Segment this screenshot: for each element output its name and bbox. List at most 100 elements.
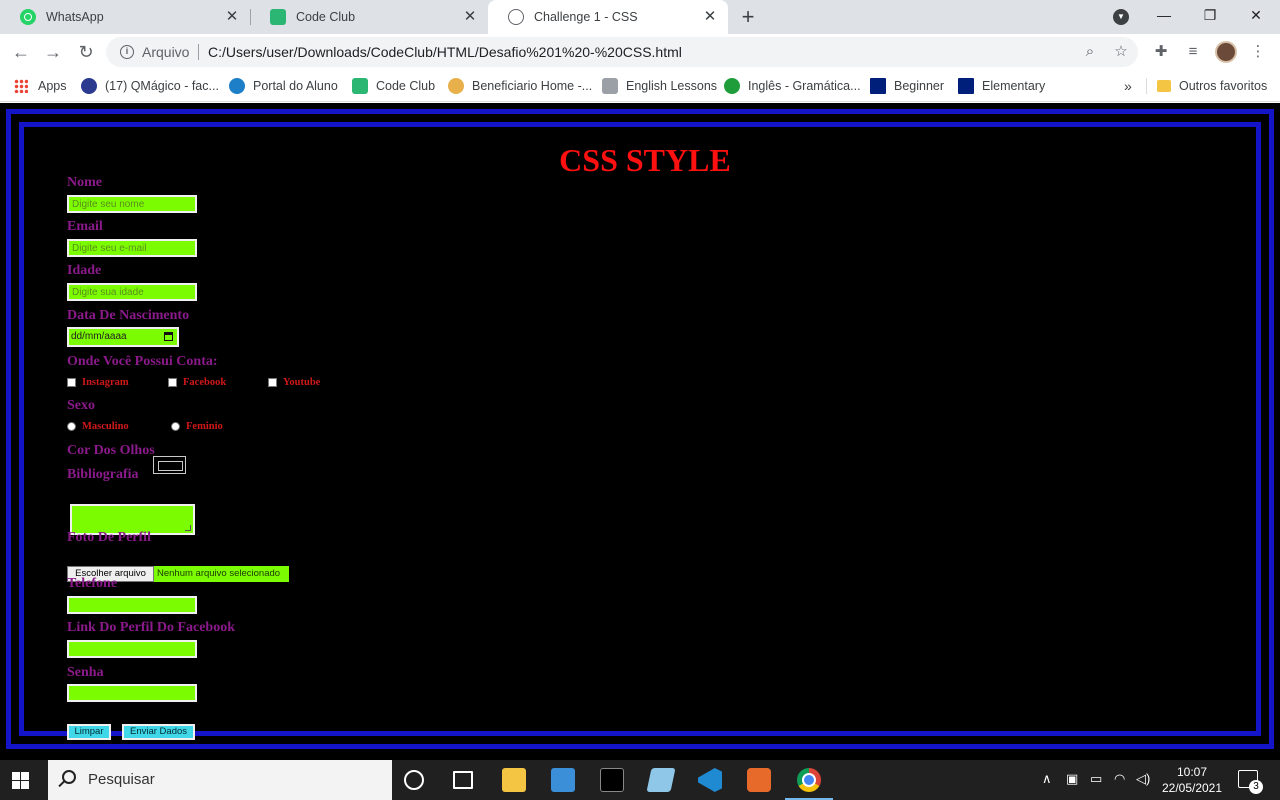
feminino-radio[interactable] [171, 422, 180, 431]
oup-icon [870, 78, 886, 94]
bookmark-label: Beneficiario Home -... [472, 79, 593, 93]
taskbar-search[interactable]: Pesquisar [48, 760, 392, 800]
bookmark-elementary[interactable]: Elementary [958, 76, 1045, 96]
close-window-button[interactable]: ✕ [1233, 0, 1279, 30]
network-adapter-icon[interactable]: ▣ [1066, 771, 1078, 787]
windows-taskbar: Pesquisar ∧ ▣ ▭ ◠ ◁) 10:07 22/05/2021 3 [0, 760, 1280, 800]
calendar-icon[interactable] [164, 332, 173, 341]
close-icon[interactable]: ✕ [702, 9, 718, 25]
menu-icon[interactable]: ⋮ [1249, 43, 1267, 61]
facebook-link-label: Link Do Perfil Do Facebook [67, 620, 235, 635]
search-icon [62, 770, 76, 784]
tab-search-icon[interactable]: ▼ [1113, 9, 1129, 25]
youtube-label: Youtube [283, 377, 321, 388]
browser-toolbar: ← → ↻ i Arquivo C:/Users/user/Downloads/… [0, 34, 1280, 70]
search-placeholder: Pesquisar [88, 771, 155, 788]
restore-button[interactable]: ❐ [1187, 0, 1233, 30]
more-bookmarks-button[interactable]: » [1124, 78, 1132, 94]
globe-icon [508, 9, 524, 25]
bookmark-english-lessons[interactable]: English Lessons [602, 76, 717, 96]
date-value: dd/mm/aaaa [71, 331, 127, 342]
notepad-icon[interactable] [646, 768, 676, 792]
page-title: CSS STYLE [559, 142, 731, 178]
bookmark-beneficiario[interactable]: Beneficiario Home -... [448, 76, 592, 96]
profile-avatar[interactable] [1215, 41, 1237, 63]
bookmark-ingles-gramatica[interactable]: Inglês - Gramática... [724, 76, 861, 96]
bookmark-label: Apps [38, 79, 67, 93]
task-view-icon[interactable] [453, 771, 473, 789]
nascimento-date-input[interactable]: dd/mm/aaaa [67, 327, 179, 347]
instagram-checkbox[interactable] [67, 378, 76, 387]
email-input[interactable] [67, 239, 197, 257]
bookmark-beginner[interactable]: Beginner [870, 76, 944, 96]
reload-icon[interactable]: ↻ [74, 40, 98, 64]
facebook-link-input[interactable] [67, 640, 197, 658]
apps-grid-icon [14, 79, 28, 93]
wifi-icon[interactable]: ◠ [1114, 771, 1125, 787]
battery-icon[interactable]: ▭ [1090, 771, 1102, 787]
zoom-icon[interactable]: ⌕ [1082, 44, 1098, 60]
nome-input[interactable] [67, 195, 197, 213]
tab-code-club[interactable]: Code Club ✕ [250, 0, 488, 34]
media-control-icon[interactable]: ≡ [1184, 43, 1202, 61]
volume-icon[interactable]: ◁) [1136, 771, 1150, 787]
close-icon[interactable]: ✕ [224, 9, 240, 25]
control-panel-icon[interactable] [551, 768, 575, 792]
bookmark-star-icon[interactable]: ☆ [1113, 44, 1129, 60]
telefone-label: Telefone [67, 576, 118, 591]
bookmark-label: Portal do Aluno [253, 79, 338, 93]
back-icon[interactable]: ← [9, 40, 33, 64]
address-url[interactable]: C:/Users/user/Downloads/CodeClub/HTML/De… [208, 44, 682, 60]
show-hidden-icons[interactable]: ∧ [1042, 771, 1052, 787]
file-status-text: Nenhum arquivo selecionado [154, 566, 289, 582]
form-container: CSS STYLE Nome Email Idade Data De Nasci… [19, 122, 1261, 740]
telefone-input[interactable] [67, 596, 197, 614]
bookmark-other-favorites[interactable]: Outros favoritos [1157, 76, 1267, 96]
close-icon[interactable]: ✕ [462, 9, 478, 25]
bookmark-portal-aluno[interactable]: Portal do Aluno [229, 76, 338, 96]
bibliografia-label: Bibliografia [67, 467, 139, 482]
bookmark-label: Beginner [894, 79, 945, 93]
facebook-checkbox[interactable] [168, 378, 177, 387]
vscode-icon[interactable] [698, 768, 722, 792]
code-club-icon [270, 9, 286, 25]
windows-start-icon[interactable] [12, 772, 29, 789]
cor-olhos-color-picker[interactable] [153, 456, 186, 474]
reset-button[interactable]: Limpar [67, 724, 111, 740]
new-tab-button[interactable]: + [737, 6, 759, 28]
tab-whatsapp[interactable]: WhatsApp ✕ [0, 0, 250, 34]
youtube-checkbox[interactable] [268, 378, 277, 387]
senha-input[interactable] [67, 684, 197, 702]
minimize-button[interactable]: — [1141, 0, 1187, 30]
english-lessons-icon [602, 78, 618, 94]
masculino-label: Masculino [82, 421, 129, 432]
masculino-radio[interactable] [67, 422, 76, 431]
bookmark-qmagico[interactable]: (17) QMágico - fac... [81, 76, 219, 96]
bookmark-label: Outros favoritos [1179, 79, 1268, 93]
tab-title: WhatsApp [46, 10, 104, 24]
idade-input[interactable] [67, 283, 197, 301]
portal-icon [229, 78, 245, 94]
sexo-label: Sexo [67, 398, 95, 413]
info-icon[interactable]: i [120, 45, 134, 59]
address-bar[interactable]: i Arquivo C:/Users/user/Downloads/CodeCl… [106, 37, 1138, 67]
resize-handle[interactable] [185, 525, 191, 531]
system-clock[interactable]: 10:07 22/05/2021 [1152, 764, 1232, 796]
page-viewport: CSS STYLE Nome Email Idade Data De Nasci… [0, 103, 1280, 760]
tab-challenge-css[interactable]: Challenge 1 - CSS ✕ [488, 0, 728, 34]
file-explorer-icon[interactable] [502, 768, 526, 792]
chrome-icon[interactable] [785, 768, 833, 800]
forward-icon[interactable]: → [41, 40, 65, 64]
nome-label: Nome [67, 175, 102, 190]
extensions-icon[interactable]: ✚ [1152, 43, 1170, 61]
submit-button[interactable]: Enviar Dados [122, 724, 195, 740]
bookmark-apps[interactable]: Apps [14, 76, 67, 96]
cortana-icon[interactable] [404, 770, 424, 790]
address-separator [198, 44, 199, 60]
bookmark-code-club[interactable]: Code Club [352, 76, 435, 96]
tab-title: Code Club [296, 10, 356, 24]
feminino-label: Feminio [186, 421, 223, 432]
whatsapp-icon [20, 9, 36, 25]
sublime-icon[interactable] [747, 768, 771, 792]
terminal-icon[interactable] [600, 768, 624, 792]
